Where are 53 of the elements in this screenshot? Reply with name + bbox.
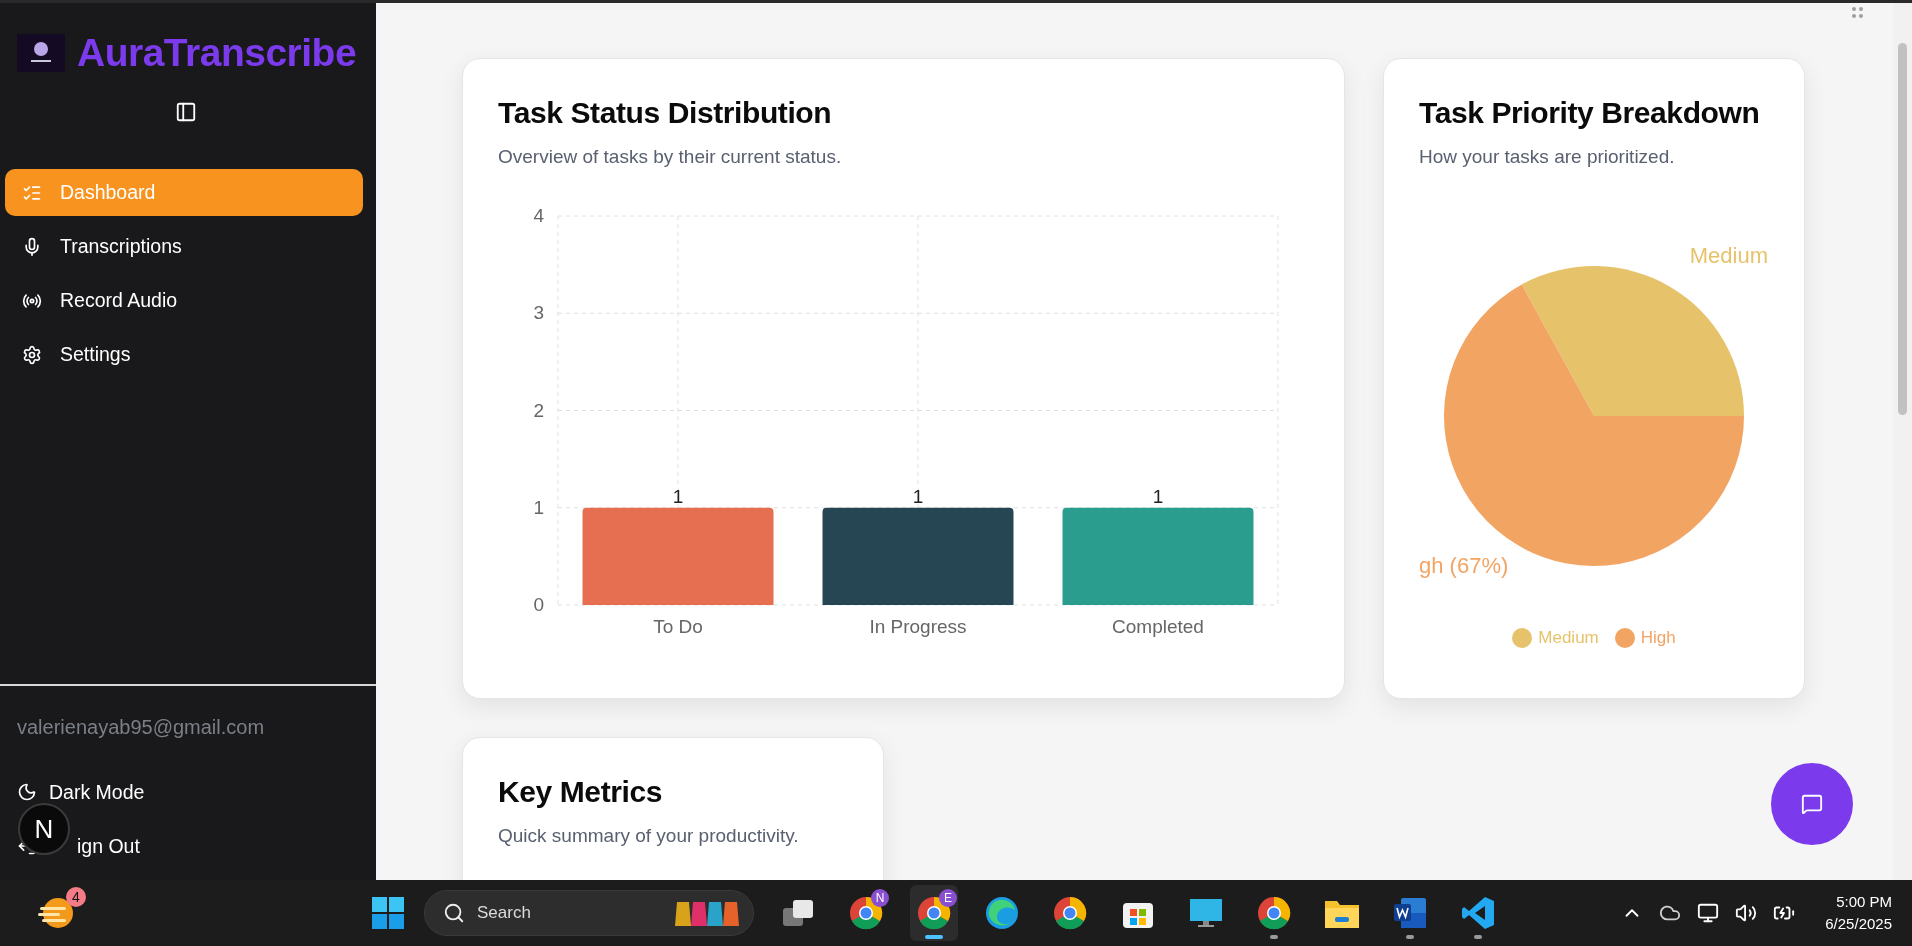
card-title: Task Priority Breakdown — [1419, 95, 1761, 131]
legend-dot — [1512, 628, 1533, 648]
data-label: 1 — [912, 485, 924, 507]
search-icon — [443, 902, 465, 924]
settings-icon — [22, 344, 42, 365]
legend-label: High — [1640, 628, 1676, 648]
user-email: valerienayab95@gmail.com — [17, 716, 266, 739]
scrollbar[interactable] — [1893, 3, 1912, 880]
notification-badge: 4 — [66, 887, 86, 907]
category-label: Completed — [1112, 616, 1204, 637]
slice-label: Medium — [1689, 243, 1768, 268]
axis-tick-label: 3 — [533, 302, 544, 324]
browser-icon — [1053, 896, 1087, 930]
nav-item[interactable]: Settings — [5, 331, 363, 378]
taskbar-app-button[interactable]: N — [842, 885, 890, 941]
legend-label: Medium — [1538, 628, 1599, 648]
nav-item[interactable]: Record Audio — [5, 277, 363, 324]
category-label: To Do — [653, 616, 703, 637]
card-title: Task Status Distribution — [498, 95, 833, 131]
monitor-icon — [1189, 897, 1223, 929]
drag-handle-icon[interactable] — [1852, 7, 1863, 18]
axis-tick-label: 0 — [533, 594, 544, 615]
slice-label: gh (67%) — [1419, 553, 1509, 578]
sign-out-link[interactable]: ign Out — [77, 834, 140, 858]
card-subtitle: Overview of tasks by their current status. — [498, 145, 843, 169]
moon-icon — [17, 782, 37, 802]
card-title: Key Metrics — [498, 774, 663, 810]
code-editor-icon — [1461, 896, 1495, 930]
category-label: In Progress — [869, 616, 967, 637]
start-button[interactable] — [372, 897, 404, 929]
volume-icon[interactable] — [1735, 902, 1758, 924]
brand-name: AuraTranscribe — [77, 31, 357, 75]
logo-icon — [17, 34, 65, 72]
taskbar-app-button[interactable]: E — [910, 885, 958, 941]
card-subtitle: How your tasks are prioritized. — [1419, 145, 1676, 169]
taskbar-search-field[interactable]: Search — [424, 890, 754, 936]
axis-tick-label: 1 — [533, 496, 544, 518]
nav-item[interactable]: Transcriptions — [5, 223, 363, 270]
swirl-icon — [985, 896, 1019, 930]
axis-tick-label: 2 — [533, 399, 544, 421]
data-label: 1 — [672, 485, 684, 507]
microphone-icon — [22, 236, 42, 257]
clock[interactable]: 5:00 PM 6/25/2025 — [1825, 891, 1892, 935]
data-label: 1 — [1152, 485, 1164, 507]
chat-icon — [1801, 793, 1823, 815]
legend-dot — [1614, 628, 1635, 648]
dark-mode-link[interactable]: Dark Mode — [49, 780, 145, 804]
network-icon[interactable] — [1697, 902, 1720, 924]
document-app-icon — [1393, 897, 1427, 929]
windows-stack-icon — [781, 898, 815, 928]
card-subtitle: Quick summary of your productivity. — [498, 824, 800, 848]
axis-tick-label: 4 — [533, 205, 544, 226]
browser-icon — [1257, 896, 1291, 930]
